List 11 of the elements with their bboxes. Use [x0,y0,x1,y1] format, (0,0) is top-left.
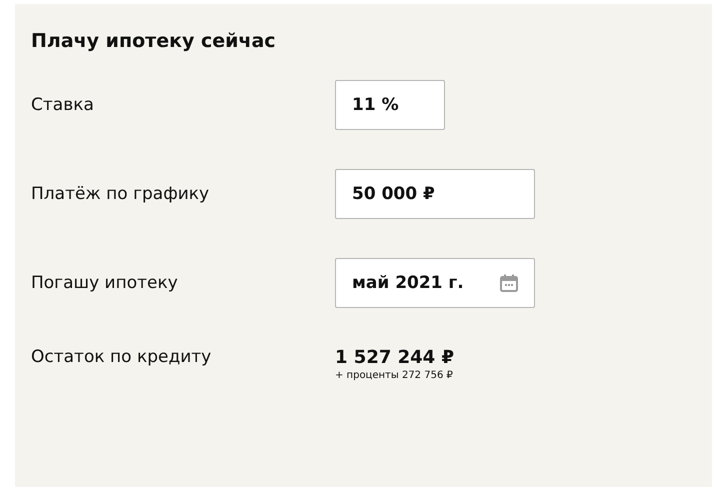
calendar-icon [500,274,518,292]
interest-note: + проценты 272 756 ₽ [335,370,454,381]
result-label: Остаток по кредиту [31,347,212,367]
input-field[interactable]: 50 000 ₽ [335,169,535,219]
input-field[interactable]: 11 % [335,80,445,130]
balance-amount: 1 527 244 ₽ [335,347,454,368]
field-label: Погашу ипотеку [31,273,179,293]
field-label: Платёж по графику [31,184,210,204]
section-title: Плачу ипотеку сейчас [31,30,277,52]
input-field[interactable]: май 2021 г. [335,258,535,308]
field-label: Ставка [31,95,95,115]
